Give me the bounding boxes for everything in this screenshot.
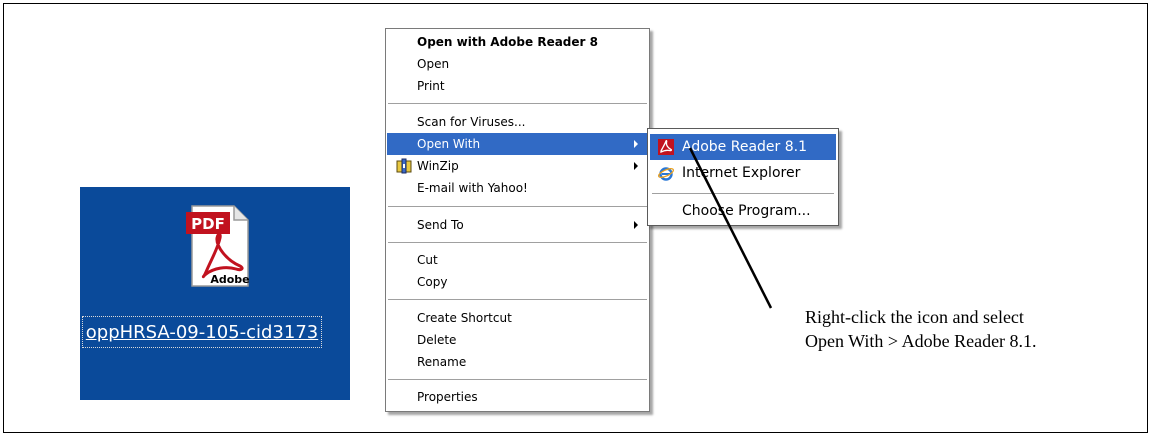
open-with-submenu: Adobe Reader 8.1 Internet Explorer Choos… — [647, 128, 839, 226]
context-menu: Open with Adobe Reader 8 Open Print Scan… — [385, 28, 650, 412]
menu-separator — [388, 206, 647, 207]
menu-item-open-with-adobe-reader-8[interactable]: Open with Adobe Reader 8 — [387, 31, 648, 53]
menu-item-email-with-yahoo[interactable]: E-mail with Yahoo! — [387, 177, 648, 199]
menu-item-label: Copy — [417, 275, 448, 289]
menu-item-scan-for-viruses[interactable]: Scan for Viruses... — [387, 111, 648, 133]
menu-separator — [388, 242, 647, 243]
desktop-area: PDF Adobe oppHRSA-09-105-cid3173 — [80, 187, 350, 400]
menu-item-label: E-mail with Yahoo! — [417, 181, 528, 195]
menu-item-label: Open with Adobe Reader 8 — [417, 35, 598, 49]
menu-item-label: Create Shortcut — [417, 311, 512, 325]
menu-item-open[interactable]: Open — [387, 53, 648, 75]
submenu-arrow-icon — [634, 221, 638, 229]
menu-item-winzip[interactable]: WinZip — [387, 155, 648, 177]
annotation-callout: Right-click the icon and select Open Wit… — [805, 307, 1037, 351]
pdf-badge: PDF — [191, 215, 225, 233]
menu-item-cut[interactable]: Cut — [387, 249, 648, 271]
winzip-icon — [396, 158, 412, 174]
menu-item-label: Delete — [417, 333, 457, 347]
menu-item-delete[interactable]: Delete — [387, 329, 648, 351]
submenu-item-choose-program[interactable]: Choose Program... — [650, 198, 836, 224]
menu-separator — [388, 379, 647, 380]
menu-item-label: Open — [417, 57, 450, 71]
menu-item-copy[interactable]: Copy — [387, 271, 648, 293]
menu-item-label: Cut — [417, 253, 438, 267]
menu-item-label: Send To — [417, 218, 464, 232]
menu-item-label: Rename — [417, 355, 467, 369]
menu-item-rename[interactable]: Rename — [387, 351, 648, 373]
menu-separator — [388, 299, 647, 300]
submenu-arrow-icon — [634, 140, 638, 148]
menu-item-create-shortcut[interactable]: Create Shortcut — [387, 307, 648, 329]
submenu-item-internet-explorer[interactable]: Internet Explorer — [650, 160, 836, 186]
submenu-item-adobe-reader[interactable]: Adobe Reader 8.1 — [650, 134, 836, 160]
menu-item-label: Scan for Viruses... — [417, 115, 526, 129]
menu-item-label: Print — [417, 79, 445, 93]
file-name-label[interactable]: oppHRSA-09-105-cid3173 — [82, 316, 322, 348]
internet-explorer-icon — [658, 167, 674, 181]
submenu-separator — [652, 193, 834, 194]
menu-item-open-with[interactable]: Open With — [387, 133, 648, 155]
menu-item-label: Open With — [417, 137, 481, 151]
pdf-file-icon[interactable]: PDF Adobe — [184, 200, 254, 290]
menu-item-label: WinZip — [417, 159, 459, 173]
menu-item-properties[interactable]: Properties — [387, 386, 648, 408]
submenu-arrow-icon — [634, 162, 638, 170]
menu-item-send-to[interactable]: Send To — [387, 214, 648, 236]
submenu-item-label: Internet Explorer — [682, 165, 801, 181]
menu-separator — [388, 103, 647, 104]
menu-item-label: Properties — [417, 390, 478, 404]
adobe-reader-icon — [658, 139, 674, 155]
submenu-item-label: Adobe Reader 8.1 — [682, 139, 807, 155]
submenu-item-label: Choose Program... — [682, 203, 811, 219]
menu-item-print[interactable]: Print — [387, 75, 648, 97]
adobe-label: Adobe — [210, 273, 249, 286]
